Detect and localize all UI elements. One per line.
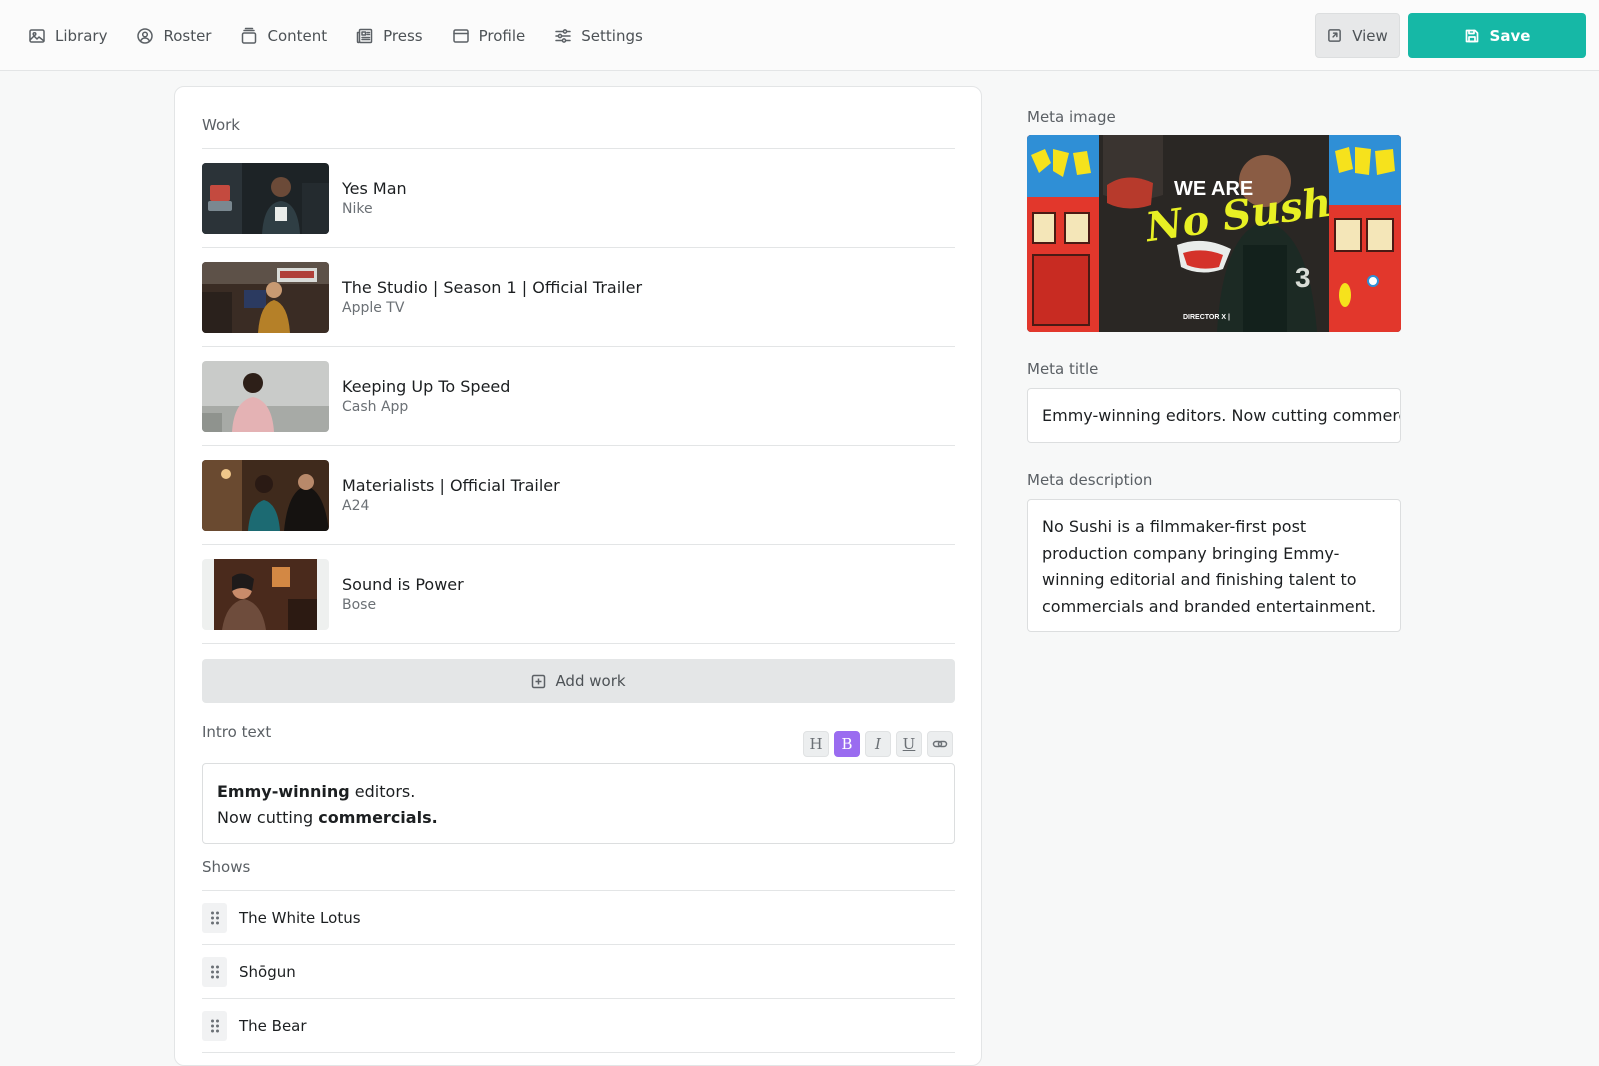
work-item[interactable]: Yes Man Nike bbox=[202, 149, 955, 248]
work-client: Bose bbox=[342, 597, 377, 613]
nav-label-settings: Settings bbox=[581, 26, 643, 45]
work-title: Materialists | Official Trailer bbox=[342, 476, 560, 495]
work-item[interactable]: The Studio | Season 1 | Official Trailer… bbox=[202, 248, 955, 347]
work-client: A24 bbox=[342, 498, 370, 514]
nav-item-settings[interactable]: Settings bbox=[554, 27, 643, 45]
show-name: The White Lotus bbox=[239, 908, 361, 927]
italic-button[interactable]: I bbox=[865, 731, 891, 757]
meta-image-label: Meta image bbox=[1027, 108, 1116, 126]
work-thumbnail bbox=[202, 459, 329, 531]
work-thumbnail bbox=[202, 360, 329, 432]
stack-icon bbox=[242, 27, 257, 44]
editor-card: Work Yes Man Nike The Studio | Season 1 … bbox=[174, 86, 982, 1066]
drag-handle-icon[interactable] bbox=[202, 1010, 227, 1041]
format-toolbar: H B I U bbox=[803, 731, 953, 757]
nav-label-content: Content bbox=[267, 26, 328, 45]
view-button-label: View bbox=[1352, 26, 1388, 45]
intro-line2-bold: commercials. bbox=[318, 808, 438, 827]
intro-line1-rest: editors. bbox=[349, 782, 416, 801]
nav-item-press[interactable]: Press bbox=[356, 26, 423, 45]
main-nav: Library Roster Content Press Profile Set… bbox=[28, 0, 672, 71]
sliders-icon bbox=[555, 28, 572, 43]
meta-image[interactable]: 3 WE ARE No Sushi DIRECTOR X | bbox=[1027, 135, 1401, 332]
work-title: The Studio | Season 1 | Official Trailer bbox=[342, 278, 643, 297]
drag-handle-icon[interactable] bbox=[202, 902, 227, 933]
heading-button[interactable]: H bbox=[803, 731, 829, 757]
work-list: Yes Man Nike The Studio | Season 1 | Off… bbox=[202, 149, 955, 644]
newspaper-icon bbox=[356, 28, 373, 43]
show-item[interactable]: The Bear bbox=[202, 999, 955, 1053]
external-link-icon bbox=[1328, 29, 1342, 42]
work-item[interactable]: Materialists | Official Trailer A24 bbox=[202, 446, 955, 545]
work-item[interactable]: Keeping Up To Speed Cash App bbox=[202, 347, 955, 446]
work-client: Nike bbox=[342, 201, 373, 217]
plus-square-icon bbox=[532, 674, 546, 688]
bold-button[interactable]: B bbox=[834, 731, 860, 757]
nav-item-content[interactable]: Content bbox=[240, 27, 327, 45]
show-name: Shōgun bbox=[239, 962, 296, 981]
meta-image-credit: DIRECTOR X | bbox=[1183, 314, 1230, 321]
work-client: Cash App bbox=[342, 399, 409, 415]
work-title: Yes Man bbox=[342, 179, 407, 198]
nav-label-library: Library bbox=[55, 26, 108, 45]
add-work-button[interactable]: Add work bbox=[202, 659, 955, 703]
save-button-label: Save bbox=[1489, 26, 1531, 45]
add-work-label: Add work bbox=[555, 672, 626, 690]
work-thumbnail bbox=[202, 261, 329, 333]
link-icon bbox=[932, 740, 948, 748]
intro-text-label: Intro text bbox=[202, 723, 272, 741]
nav-label-press: Press bbox=[383, 26, 423, 45]
work-title: Sound is Power bbox=[342, 575, 464, 594]
link-button[interactable] bbox=[927, 731, 953, 757]
show-item[interactable]: Shōgun bbox=[202, 945, 955, 999]
view-button[interactable]: View bbox=[1315, 13, 1400, 58]
intro-line1-bold: Emmy-winning bbox=[217, 782, 350, 801]
nav-label-profile: Profile bbox=[478, 26, 526, 45]
intro-line2-rest: Now cutting bbox=[217, 808, 319, 827]
browser-window-icon bbox=[452, 28, 469, 43]
show-name: The Bear bbox=[239, 1016, 307, 1035]
svg-text:3: 3 bbox=[1295, 262, 1311, 293]
work-client: Apple TV bbox=[342, 300, 405, 316]
save-button[interactable]: Save bbox=[1408, 13, 1586, 58]
work-section-label: Work bbox=[202, 116, 240, 134]
shows-section-label: Shows bbox=[202, 858, 251, 876]
nav-item-profile[interactable]: Profile bbox=[452, 26, 526, 45]
user-circle-icon bbox=[137, 27, 154, 44]
underline-button[interactable]: U bbox=[896, 731, 922, 757]
meta-title-label: Meta title bbox=[1027, 360, 1099, 378]
save-icon bbox=[1465, 29, 1478, 42]
drag-handle-icon[interactable] bbox=[202, 956, 227, 987]
nav-item-roster[interactable]: Roster bbox=[136, 27, 211, 45]
show-item[interactable]: The White Lotus bbox=[202, 891, 955, 945]
image-icon bbox=[29, 28, 45, 43]
intro-text-editor[interactable]: Emmy-winning editors. Now cutting commer… bbox=[202, 763, 955, 844]
top-bar: Library Roster Content Press Profile Set… bbox=[0, 0, 1599, 71]
meta-title-input[interactable]: Emmy-winning editors. Now cutting commer… bbox=[1027, 388, 1401, 443]
nav-label-roster: Roster bbox=[163, 26, 212, 45]
work-item[interactable]: Sound is Power Bose bbox=[202, 545, 955, 644]
work-thumbnail bbox=[202, 558, 329, 630]
work-thumbnail bbox=[202, 162, 329, 234]
meta-description-label: Meta description bbox=[1027, 471, 1153, 489]
meta-description-textarea[interactable]: No Sushi is a filmmaker-first post produ… bbox=[1027, 499, 1401, 632]
nav-item-library[interactable]: Library bbox=[28, 27, 107, 45]
work-title: Keeping Up To Speed bbox=[342, 377, 511, 396]
